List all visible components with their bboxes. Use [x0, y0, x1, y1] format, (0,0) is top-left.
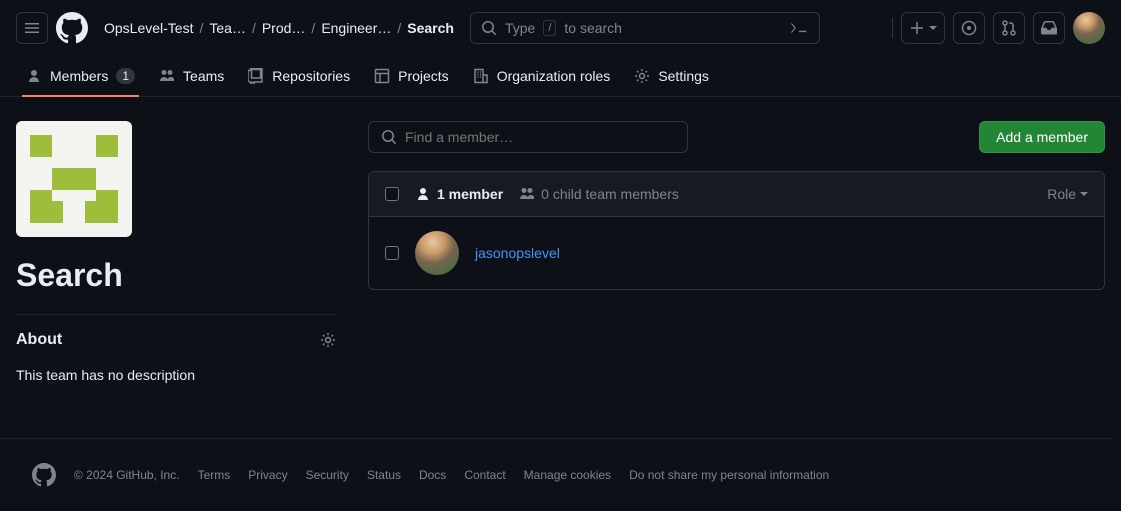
search-icon [381, 129, 397, 145]
members-table: 1 member 0 child team members Role jason… [368, 171, 1105, 290]
content-header: Add a member [368, 121, 1105, 153]
footer-link-cookies[interactable]: Manage cookies [524, 468, 611, 482]
issue-opened-icon [961, 20, 977, 36]
subnav-label: Organization roles [497, 68, 611, 84]
team-subnav: Members 1 Teams Repositories Projects Or… [0, 56, 1121, 97]
github-mark-icon [32, 463, 56, 487]
subnav-members[interactable]: Members 1 [16, 56, 145, 96]
breadcrumb-item[interactable]: OpsLevel-Test [104, 20, 193, 36]
add-member-button[interactable]: Add a member [979, 121, 1105, 153]
role-filter-dropdown[interactable]: Role [1047, 186, 1088, 202]
hamburger-menu-button[interactable] [16, 12, 48, 44]
people-icon [159, 68, 175, 84]
table-row: jasonopslevel [369, 217, 1104, 289]
team-name-heading: Search [16, 257, 336, 294]
find-member-input[interactable] [405, 129, 675, 145]
global-search[interactable]: Type / to search [470, 12, 820, 44]
issues-button[interactable] [953, 12, 985, 44]
members-content: Add a member 1 member 0 child team membe… [368, 121, 1105, 383]
breadcrumb-item[interactable]: Engineer… [321, 20, 391, 36]
main-content: Search About This team has no descriptio… [0, 97, 1121, 407]
row-checkbox[interactable] [385, 246, 399, 260]
people-icon [519, 186, 535, 202]
pull-requests-button[interactable] [993, 12, 1025, 44]
github-logo[interactable] [56, 12, 88, 44]
member-count-label: 1 member [415, 186, 503, 202]
divider [16, 314, 336, 315]
breadcrumb: OpsLevel-Test / Tea… / Prod… / Engineer…… [104, 20, 454, 36]
git-pull-request-icon [1001, 20, 1017, 36]
subnav-projects[interactable]: Projects [364, 56, 459, 96]
subnav-label: Repositories [272, 68, 350, 84]
breadcrumb-separator: / [252, 20, 256, 36]
member-username-link[interactable]: jasonopslevel [475, 245, 560, 261]
child-team-count-text: 0 child team members [541, 186, 679, 202]
project-icon [374, 68, 390, 84]
footer-link-terms[interactable]: Terms [198, 468, 231, 482]
organization-icon [473, 68, 489, 84]
breadcrumb-item[interactable]: Prod… [262, 20, 306, 36]
subnav-settings[interactable]: Settings [624, 56, 719, 96]
subnav-teams[interactable]: Teams [149, 56, 234, 96]
team-avatar [16, 121, 132, 237]
header-actions [892, 12, 1105, 44]
subnav-label: Teams [183, 68, 224, 84]
person-icon [26, 68, 42, 84]
footer-link-status[interactable]: Status [367, 468, 401, 482]
subnav-label: Settings [658, 68, 709, 84]
subnav-badge: 1 [116, 68, 135, 84]
app-header: OpsLevel-Test / Tea… / Prod… / Engineer…… [0, 0, 1121, 56]
divider [892, 18, 893, 38]
member-avatar[interactable] [415, 231, 459, 275]
footer-link-privacy[interactable]: Privacy [248, 468, 287, 482]
subnav-repositories[interactable]: Repositories [238, 56, 360, 96]
table-header: 1 member 0 child team members Role [369, 172, 1104, 217]
search-icon [481, 20, 497, 36]
user-avatar-button[interactable] [1073, 12, 1105, 44]
subnav-org-roles[interactable]: Organization roles [463, 56, 621, 96]
search-prefix-text: Type [505, 20, 535, 36]
team-sidebar: Search About This team has no descriptio… [16, 121, 336, 383]
footer-link-security[interactable]: Security [306, 468, 349, 482]
three-bars-icon [24, 20, 40, 36]
repo-icon [248, 68, 264, 84]
subnav-label: Members [50, 68, 108, 84]
find-member-input-wrapper[interactable] [368, 121, 688, 153]
footer-link-docs[interactable]: Docs [419, 468, 446, 482]
plus-icon [909, 20, 925, 36]
about-description: This team has no description [16, 367, 336, 383]
subnav-label: Projects [398, 68, 449, 84]
breadcrumb-separator: / [199, 20, 203, 36]
about-section: About [16, 331, 336, 349]
role-label: Role [1047, 186, 1076, 202]
footer-link-contact[interactable]: Contact [464, 468, 505, 482]
breadcrumb-current: Search [407, 20, 454, 36]
create-new-button[interactable] [901, 12, 945, 44]
search-suffix-text: to search [564, 20, 622, 36]
command-palette-icon [789, 20, 809, 36]
about-heading: About [16, 331, 62, 349]
inbox-icon [1041, 20, 1057, 36]
breadcrumb-separator: / [397, 20, 401, 36]
edit-team-button[interactable] [320, 332, 336, 348]
person-icon [415, 186, 431, 202]
member-count-text: 1 member [437, 186, 503, 202]
child-team-label: 0 child team members [519, 186, 679, 202]
gear-icon [634, 68, 650, 84]
breadcrumb-item[interactable]: Tea… [209, 20, 246, 36]
footer: © 2024 GitHub, Inc. Terms Privacy Securi… [0, 438, 1111, 511]
select-all-checkbox[interactable] [385, 187, 399, 201]
footer-copyright: © 2024 GitHub, Inc. [74, 468, 180, 482]
footer-link-privacy-choice[interactable]: Do not share my personal information [629, 468, 829, 482]
notifications-button[interactable] [1033, 12, 1065, 44]
search-kbd-hint: / [543, 20, 556, 36]
triangle-down-icon [929, 24, 937, 32]
breadcrumb-separator: / [311, 20, 315, 36]
triangle-down-icon [1080, 190, 1088, 198]
gear-icon [320, 332, 336, 348]
